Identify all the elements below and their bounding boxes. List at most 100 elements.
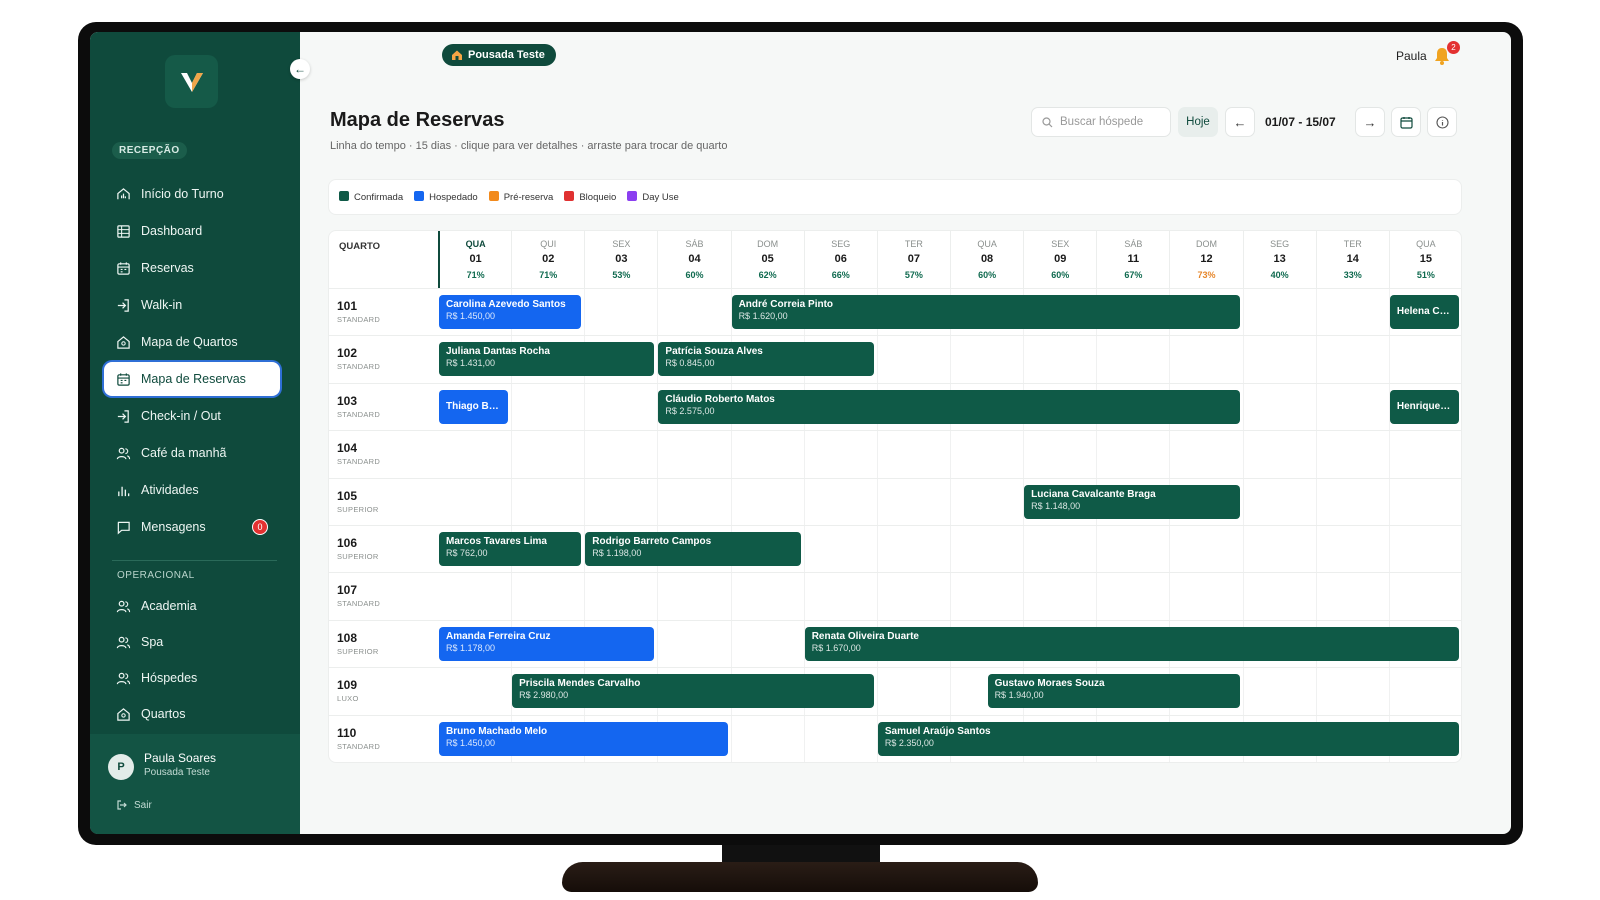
reservation-block[interactable]: Henrique Al... — [1389, 389, 1459, 424]
reservation-block[interactable]: Carolina Azevedo Santos R$ 1.450,00 — [439, 295, 582, 329]
property-selector[interactable]: Pousada Teste — [442, 44, 556, 66]
weekday-label: SEG — [831, 239, 851, 249]
weekday-label: DOM — [1195, 239, 1217, 249]
guest-name: Helena Castr... — [1396, 306, 1452, 317]
next-period-button[interactable]: → — [1355, 107, 1385, 137]
sidebar-item-hóspedes[interactable]: Hóspedes — [104, 661, 280, 695]
sidebar-item-check-in-out[interactable]: Check-in / Out — [104, 399, 280, 433]
previous-period-button[interactable]: ← — [1225, 107, 1255, 137]
day-header[interactable]: QUA 15 51% — [1388, 231, 1461, 288]
sidebar-item-início-do-turno[interactable]: Início do Turno — [104, 177, 280, 211]
header-divider — [329, 288, 1461, 289]
reservation-block[interactable]: Renata Oliveira Duarte R$ 1.670,00 — [804, 626, 1459, 661]
unread-badge: 0 — [252, 519, 268, 535]
day-header[interactable]: SEX 09 60% — [1023, 231, 1096, 288]
room-number[interactable]: 110 — [337, 726, 356, 740]
app-screen: RECEPÇÃO Início do Turno Dashboard Reserva… — [90, 32, 1511, 834]
day-header[interactable]: TER 14 33% — [1315, 231, 1389, 288]
sidebar-item-label: Reservas — [141, 261, 194, 275]
day-header[interactable]: QUA 01 71% — [438, 231, 511, 288]
today-button[interactable]: Hoje — [1178, 107, 1218, 137]
row-divider — [329, 477, 1461, 479]
sidebar-item-café-da-manhã[interactable]: Café da manhã — [104, 436, 280, 470]
room-number[interactable]: 107 — [337, 583, 357, 597]
sidebar-item-dashboard[interactable]: Dashboard — [104, 214, 280, 248]
sidebar-item-academia[interactable]: Academia — [104, 589, 280, 623]
sidebar-divider — [112, 560, 277, 561]
reservation-block[interactable]: Patrícia Souza Alves R$ 0.845,00 — [658, 342, 874, 377]
room-number[interactable]: 106 — [337, 536, 357, 550]
day-header[interactable]: QUA 08 60% — [950, 231, 1023, 288]
reservation-block[interactable]: Amanda Ferreira Cruz R$ 1.178,00 — [439, 626, 655, 661]
sidebar-item-label: Dashboard — [141, 224, 203, 238]
sidebar-item-spa[interactable]: Spa — [104, 625, 280, 659]
room-type: STANDARD — [337, 315, 381, 324]
sidebar-item-label: Check-in / Out — [141, 409, 221, 423]
reservation-block[interactable]: Priscila Mendes Carvalho R$ 2.980,00 — [512, 674, 874, 709]
user-panel[interactable]: P Paula Soares Pousada Teste Sair — [90, 734, 300, 834]
day-header[interactable]: QUI 02 71% — [511, 231, 584, 288]
day-header[interactable]: DOM 12 73% — [1169, 231, 1242, 288]
sidebar-item-mensagens[interactable]: Mensagens 0 — [104, 510, 280, 544]
user-name: Paula Soares — [144, 751, 217, 765]
app-logo[interactable] — [165, 55, 218, 108]
reservation-block[interactable]: Gustavo Moraes Souza R$ 1.940,00 — [987, 674, 1240, 709]
room-number[interactable]: 109 — [337, 678, 357, 692]
reservation-block[interactable]: Thiago Barro... — [439, 389, 509, 424]
legend-item: Confirmada — [339, 191, 403, 203]
home-icon — [117, 335, 130, 349]
collapse-sidebar-button[interactable]: ← — [290, 59, 310, 79]
room-number[interactable]: 104 — [337, 441, 357, 455]
guest-name: Patrícia Souza Alves — [665, 346, 763, 358]
reservation-block[interactable]: Cláudio Roberto Matos R$ 2.575,00 — [658, 389, 1240, 424]
guest-name: Samuel Araújo Santos — [884, 725, 991, 737]
sidebar-item-quartos[interactable]: Quartos — [104, 697, 280, 731]
reservation-block[interactable]: Bruno Machado Melo R$ 1.450,00 — [439, 721, 728, 756]
day-number: 12 — [1200, 253, 1213, 265]
room-number[interactable]: 105 — [337, 489, 357, 503]
sidebar-item-mapa-de-quartos[interactable]: Mapa de Quartos — [104, 325, 280, 359]
logout-button[interactable]: Sair — [116, 799, 152, 811]
occupancy-rate: 71% — [466, 270, 485, 280]
sidebar-item-atividades[interactable]: Atividades — [104, 473, 280, 507]
room-number[interactable]: 102 — [337, 346, 357, 360]
guest-name: Gustavo Moraes Souza — [994, 678, 1105, 690]
top-user-name[interactable]: Paula — [1396, 49, 1427, 63]
day-header[interactable]: SÁB 04 60% — [657, 231, 730, 288]
search-icon — [1042, 116, 1053, 127]
search-input[interactable]: Buscar hóspede — [1031, 107, 1171, 137]
day-number: 01 — [469, 253, 482, 265]
reservation-block[interactable]: Marcos Tavares Lima R$ 762,00 — [439, 532, 582, 566]
weekday-label: QUA — [977, 239, 997, 249]
users-icon — [116, 600, 131, 612]
reservation-block[interactable]: Juliana Dantas Rocha R$ 1.431,00 — [439, 342, 655, 377]
sidebar-item-walk-in[interactable]: Walk-in — [104, 288, 280, 322]
day-header[interactable]: SEG 13 40% — [1242, 231, 1316, 288]
legend-swatch — [488, 191, 499, 201]
room-number[interactable]: 108 — [337, 631, 357, 645]
calendar-button[interactable] — [1391, 107, 1421, 137]
row-divider — [329, 667, 1461, 669]
room-number[interactable]: 103 — [337, 394, 357, 408]
reservation-block[interactable]: Rodrigo Barreto Campos R$ 1.198,00 — [585, 532, 801, 566]
reservation-block[interactable]: Helena Castr... — [1389, 295, 1459, 329]
sidebar-item-reservas[interactable]: Reservas — [104, 251, 280, 285]
reservation-value: R$ 2.575,00 — [665, 405, 715, 416]
room-type: SUPERIOR — [337, 504, 379, 514]
day-header[interactable]: SEG 06 66% — [803, 231, 877, 288]
reservation-block[interactable]: Samuel Araújo Santos R$ 2.350,00 — [877, 721, 1459, 756]
info-button[interactable] — [1427, 107, 1457, 137]
day-header[interactable]: SEX 03 53% — [584, 231, 657, 288]
day-header[interactable]: DOM 05 62% — [730, 231, 804, 288]
day-header[interactable]: SÁB 11 67% — [1096, 231, 1169, 288]
room-column-header: QUARTO — [339, 241, 380, 252]
search-placeholder: Buscar hóspede — [1060, 116, 1144, 128]
room-number[interactable]: 101 — [337, 299, 357, 313]
sidebar-item-mapa-de-reservas[interactable]: Mapa de Reservas — [104, 362, 280, 396]
day-header[interactable]: TER 07 57% — [876, 231, 950, 288]
room-type: STANDARD — [337, 362, 381, 372]
grid-icon — [117, 224, 130, 238]
arrow-right-icon: → — [1363, 114, 1377, 130]
reservation-block[interactable]: André Correia Pinto R$ 1.620,00 — [731, 295, 1240, 329]
reservation-block[interactable]: Luciana Cavalcante Braga R$ 1.148,00 — [1024, 484, 1240, 519]
